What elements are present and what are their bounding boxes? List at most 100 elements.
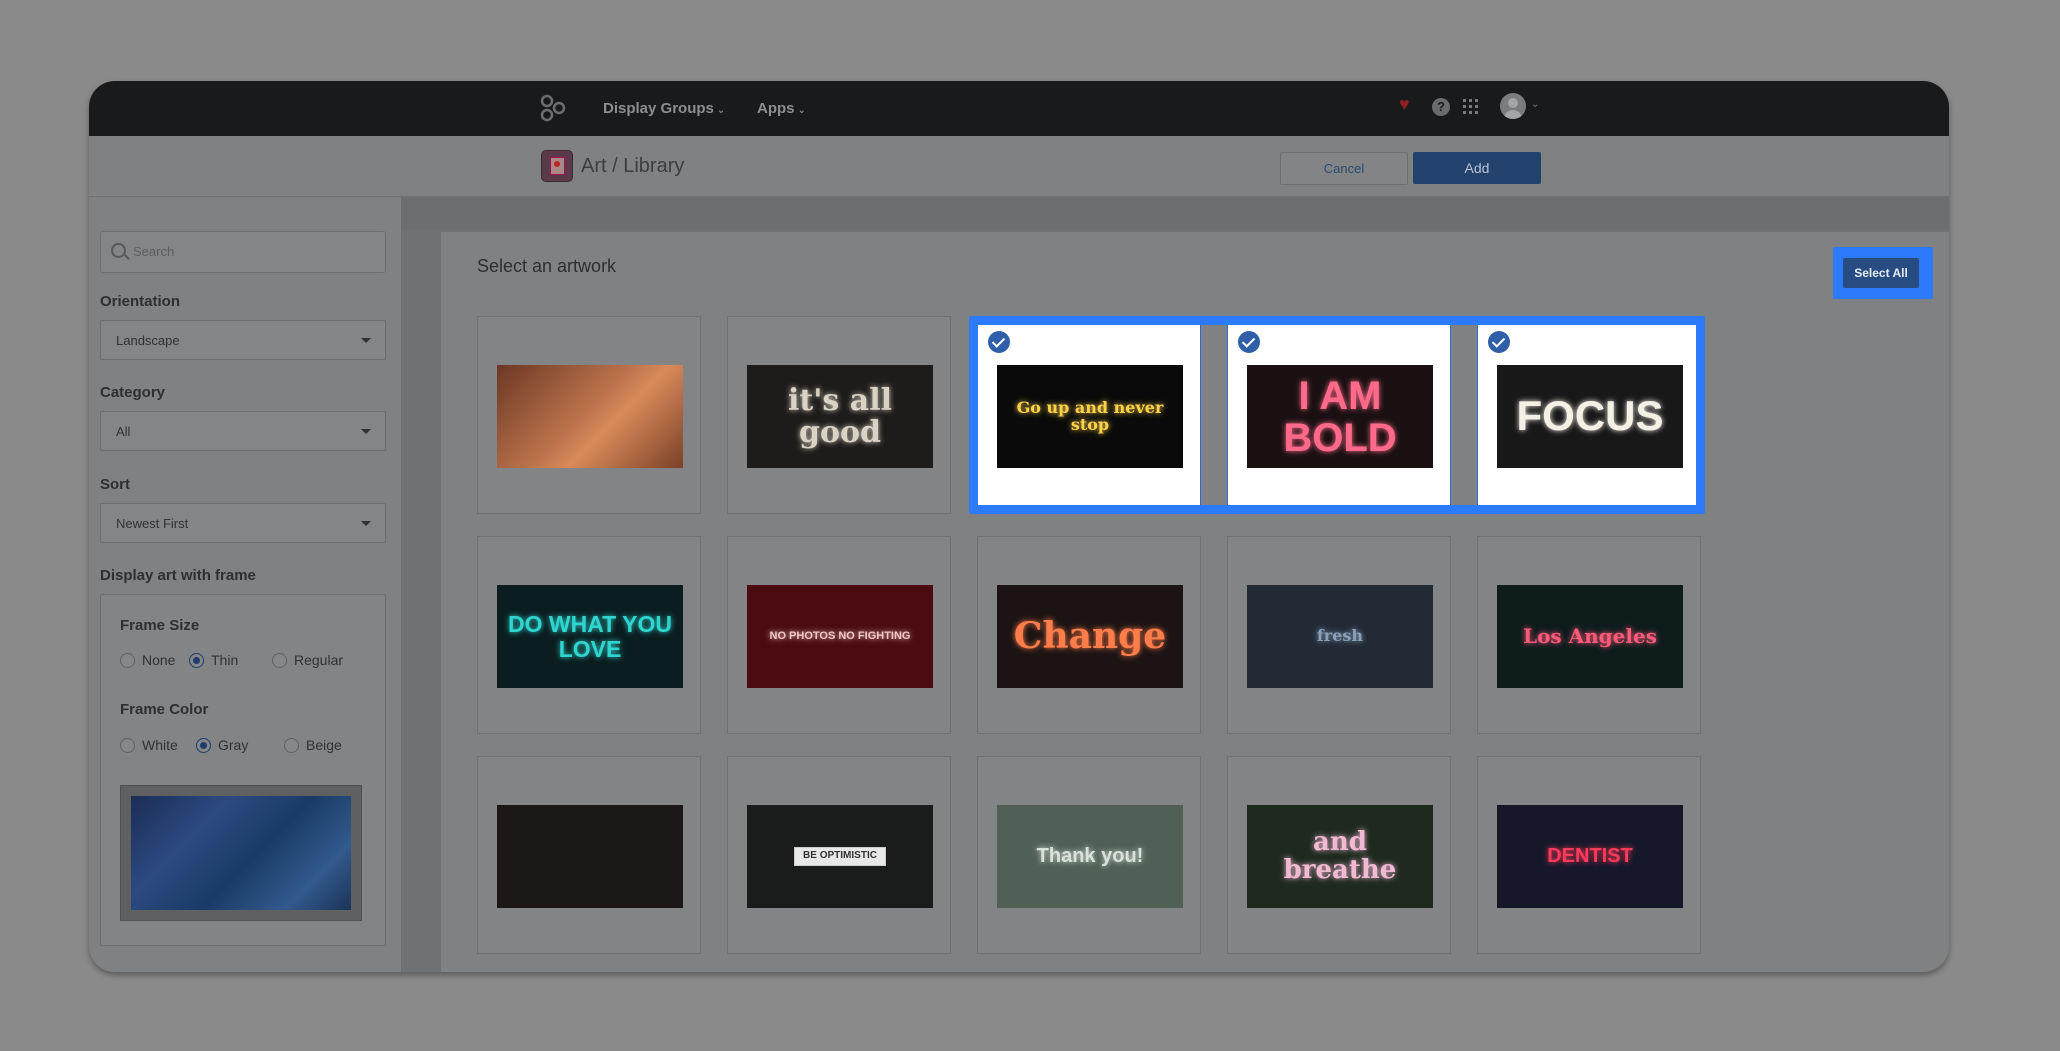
artwork-tile[interactable]: Thank you! xyxy=(977,756,1201,954)
frame-size-regular-label: Regular xyxy=(294,652,344,668)
app-logo-icon[interactable] xyxy=(539,94,567,122)
artwork-text: it's all good xyxy=(787,383,892,450)
frame-size-regular-radio[interactable] xyxy=(272,653,287,668)
checkmark-icon xyxy=(1238,331,1260,353)
caret-down-icon xyxy=(361,521,371,526)
artwork-tile[interactable]: it's all good xyxy=(727,316,951,514)
nav-apps[interactable]: Apps ⌄ xyxy=(757,100,806,117)
frame-size-label: Frame Size xyxy=(120,617,200,634)
chevron-down-icon[interactable]: ⌄ xyxy=(1531,99,1539,110)
artwork-thumbnail: DENTIST xyxy=(1497,805,1683,908)
artwork-thumbnail: fresh xyxy=(1247,585,1433,688)
frame-size-none-label: None xyxy=(142,652,176,668)
artwork-text: Los Angeles xyxy=(1523,624,1657,648)
search-icon xyxy=(111,243,126,258)
sort-label: Sort xyxy=(100,476,130,493)
caret-down-icon xyxy=(361,429,371,434)
artwork-thumbnail xyxy=(497,365,683,468)
frame-options: Frame Size None Thin Regular Frame Color… xyxy=(100,594,386,946)
cancel-button[interactable]: Cancel xyxy=(1280,152,1408,185)
category-select[interactable]: All xyxy=(100,411,386,451)
orientation-value: Landscape xyxy=(116,333,180,348)
artwork-text: and breathe xyxy=(1283,827,1397,885)
orientation-label: Orientation xyxy=(100,293,181,310)
artwork-tile[interactable]: Los Angeles xyxy=(1477,536,1701,734)
artwork-thumbnail: I AM BOLD xyxy=(1247,365,1433,468)
sort-value: Newest First xyxy=(116,516,189,531)
artwork-text: Go up and never stop xyxy=(1016,397,1164,434)
artwork-thumbnail: Thank you! xyxy=(997,805,1183,908)
avatar[interactable] xyxy=(1500,93,1526,119)
artwork-tile[interactable]: Go up and never stop xyxy=(977,316,1201,514)
artwork-text: I AM BOLD xyxy=(1283,373,1397,460)
apps-grid-icon[interactable] xyxy=(1463,99,1478,114)
select-all-button[interactable]: Select All xyxy=(1843,258,1919,288)
artwork-text: NO PHOTOS NO FIGHTING xyxy=(769,629,911,642)
art-library-icon xyxy=(541,150,573,182)
artwork-tile[interactable]: I AM BOLD xyxy=(1227,316,1451,514)
category-value: All xyxy=(116,424,131,439)
panel-title: Select an artwork xyxy=(477,256,617,276)
artwork-thumbnail: and breathe xyxy=(1247,805,1433,908)
chevron-down-icon: ⌄ xyxy=(797,105,806,116)
artwork-tile[interactable]: and breathe xyxy=(1227,756,1451,954)
artwork-thumbnail: Go up and never stop xyxy=(997,365,1183,468)
artwork-tile[interactable]: fresh xyxy=(1227,536,1451,734)
artwork-thumbnail xyxy=(497,805,683,908)
chevron-down-icon: ⌄ xyxy=(716,105,726,116)
checkmark-icon xyxy=(988,331,1010,353)
frame-size-none-radio[interactable] xyxy=(120,653,135,668)
artwork-text: fresh xyxy=(1316,626,1364,646)
frame-color-beige-radio[interactable] xyxy=(284,738,299,753)
artwork-tile[interactable]: NO PHOTOS NO FIGHTING xyxy=(727,536,951,734)
nav-display-groups[interactable]: Display Groups ⌄ xyxy=(603,100,725,117)
frame-size-thin-radio[interactable] xyxy=(189,653,204,668)
frame-color-beige-label: Beige xyxy=(306,737,342,753)
add-button[interactable]: Add xyxy=(1413,152,1541,184)
artwork-tile[interactable]: FOCUS xyxy=(1477,316,1701,514)
artwork-thumbnail: Change xyxy=(997,585,1183,688)
artwork-thumbnail: DO WHAT YOU LOVE xyxy=(497,585,683,688)
breadcrumb: Art / Library xyxy=(581,155,685,177)
artwork-text: BE OPTIMISTIC xyxy=(794,847,886,866)
nav-apps-label: Apps xyxy=(757,100,795,117)
artwork-tile[interactable]: BE OPTIMISTIC xyxy=(727,756,951,954)
artwork-thumbnail: FOCUS xyxy=(1497,365,1683,468)
frame-color-gray-radio[interactable] xyxy=(196,738,211,753)
search-placeholder: Search xyxy=(133,244,175,259)
heart-icon[interactable]: ♥ xyxy=(1399,94,1410,115)
artwork-text: DENTIST xyxy=(1547,845,1633,867)
artwork-thumbnail: it's all good xyxy=(747,365,933,468)
artwork-text: DO WHAT YOU LOVE xyxy=(508,611,672,662)
nav-display-groups-label: Display Groups xyxy=(603,100,714,117)
artwork-thumbnail: Los Angeles xyxy=(1497,585,1683,688)
orientation-select[interactable]: Landscape xyxy=(100,320,386,360)
caret-down-icon xyxy=(361,338,371,343)
frame-preview xyxy=(120,785,362,921)
frame-color-label: Frame Color xyxy=(120,701,209,718)
filter-sidebar: Search Orientation Landscape Category Al… xyxy=(89,197,402,972)
sort-select[interactable]: Newest First xyxy=(100,503,386,543)
artwork-tile[interactable] xyxy=(477,316,701,514)
frame-color-gray-label: Gray xyxy=(218,737,249,753)
help-icon[interactable]: ? xyxy=(1432,98,1450,116)
artwork-tile[interactable]: Change xyxy=(977,536,1201,734)
checkmark-icon xyxy=(1488,331,1510,353)
category-label: Category xyxy=(100,384,166,401)
artwork-text: FOCUS xyxy=(1516,392,1664,440)
artwork-text: Thank you! xyxy=(1036,845,1144,867)
artwork-tile[interactable] xyxy=(477,756,701,954)
artwork-thumbnail: BE OPTIMISTIC xyxy=(747,805,933,908)
frame-section-label: Display art with frame xyxy=(100,567,256,584)
search-input[interactable]: Search xyxy=(100,231,386,273)
frame-color-white-label: White xyxy=(142,737,178,753)
page-header: Art / Library Cancel Add xyxy=(89,136,1949,197)
top-nav: Display Groups ⌄ Apps ⌄ ♥ ? ⌄ xyxy=(89,81,1949,136)
preview-artwork xyxy=(131,796,351,910)
artwork-text: Change xyxy=(1013,614,1167,657)
main-strip xyxy=(402,197,1949,230)
artwork-tile[interactable]: DO WHAT YOU LOVE xyxy=(477,536,701,734)
frame-color-white-radio[interactable] xyxy=(120,738,135,753)
frame-size-thin-label: Thin xyxy=(211,652,239,668)
artwork-tile[interactable]: DENTIST xyxy=(1477,756,1701,954)
